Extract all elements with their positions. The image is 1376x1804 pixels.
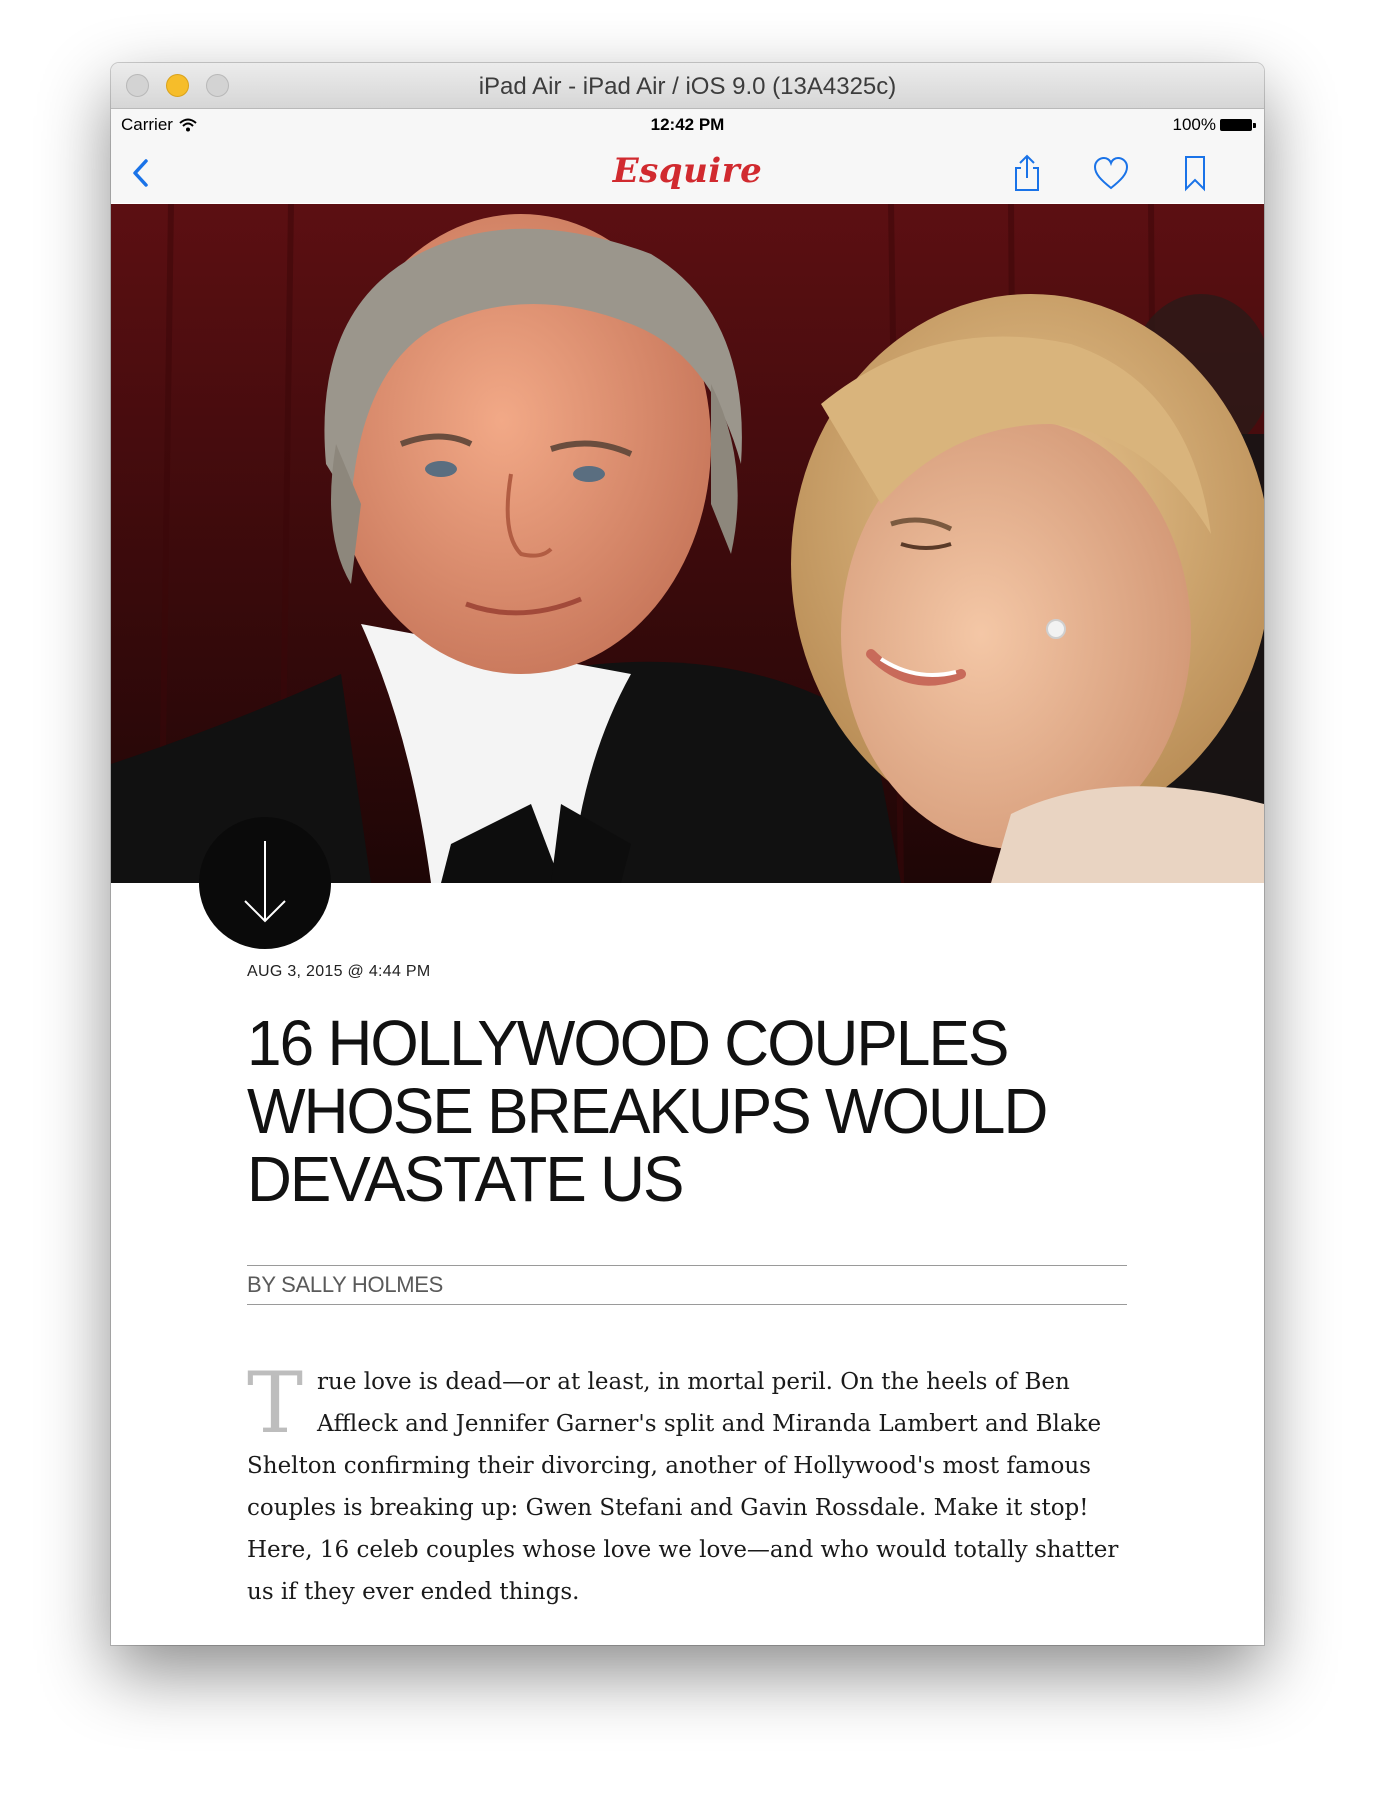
arrow-down-icon [244,841,286,923]
heart-icon[interactable] [1091,153,1131,193]
scroll-down-button[interactable] [199,817,331,949]
article-paragraph: rue love is dead—or at least, in mortal … [247,1369,1119,1605]
hero-photo-illustration [111,204,1264,883]
battery-icon [1220,119,1256,131]
drop-cap: T [247,1354,304,1452]
article-headline: 16 HOLLYWOOD COUPLES WHOSE BREAKUPS WOUL… [247,1007,1048,1215]
hero-photo [111,204,1264,883]
simulator-window: iPad Air - iPad Air / iOS 9.0 (13A4325c)… [111,63,1264,1645]
article-body: True love is dead—or at least, in mortal… [247,1361,1127,1613]
article-content: AUG 3, 2015 @ 4:44 PM 16 HOLLYWOOD COUPL… [247,963,1127,1613]
battery-indicator: 100% [1172,115,1256,135]
battery-percent: 100% [1172,115,1216,134]
navigation-bar: Esquire [111,141,1264,203]
status-time: 12:42 PM [650,115,725,134]
article-date: AUG 3, 2015 @ 4:44 PM [247,963,431,980]
window-title: iPad Air - iPad Air / iOS 9.0 (13A4325c) [478,73,897,100]
share-icon[interactable] [1007,153,1047,193]
status-bar: Carrier 12:42 PM 100% [111,109,1264,141]
bookmark-icon[interactable] [1175,153,1215,193]
title-bar: iPad Air - iPad Air / iOS 9.0 (13A4325c) [111,63,1264,109]
article-byline[interactable]: BY SALLY HOLMES [247,1265,1127,1305]
